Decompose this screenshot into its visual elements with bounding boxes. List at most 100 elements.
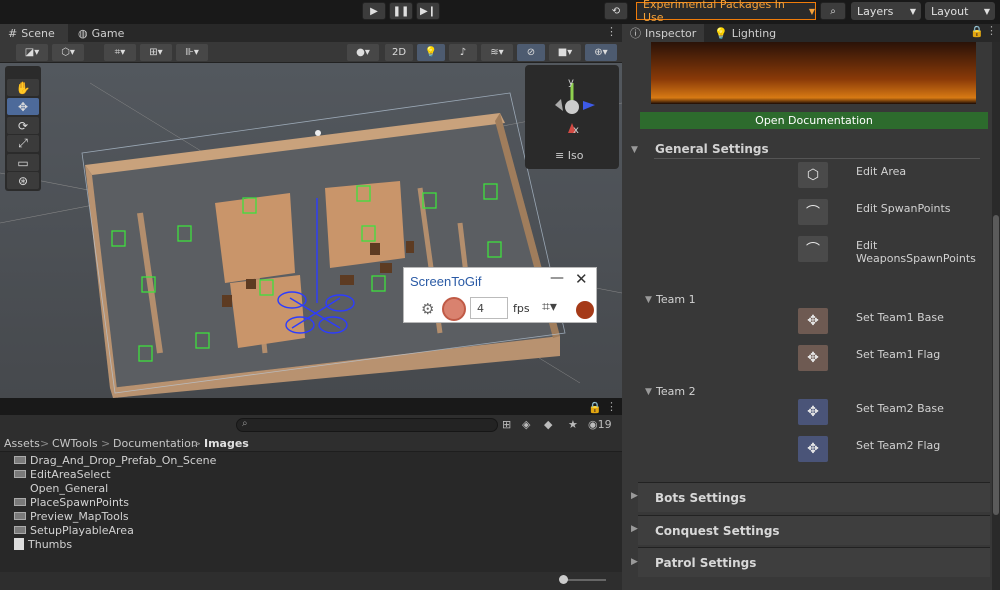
set-team1-base-button[interactable]: ✥	[798, 308, 828, 334]
shading-mode-dropdown[interactable]: ●▾	[347, 44, 379, 61]
layout-dropdown[interactable]: Layout ▼	[925, 2, 995, 20]
stop-record-button[interactable]	[576, 301, 594, 319]
tab-scene[interactable]: # Scene	[0, 24, 68, 42]
more-menu-icon[interactable]: ⋮	[606, 400, 617, 413]
bots-settings-header[interactable]: Bots Settings	[638, 482, 990, 512]
sphere-icon: ●▾	[356, 47, 370, 58]
breadcrumb-item[interactable]: Documentation	[113, 437, 198, 450]
crop-icon[interactable]: ⌗▾	[542, 299, 557, 315]
move-tool[interactable]: ✥	[7, 98, 39, 115]
foldout-closed-icon[interactable]: ▶	[631, 524, 638, 534]
main-toolbar	[0, 0, 1000, 22]
rect-tool[interactable]: ▭	[7, 154, 39, 171]
dropdown-arrow-icon: ▼	[909, 6, 916, 16]
list-item[interactable]: Drag_And_Drop_Prefab_On_Scene	[14, 453, 216, 467]
more-menu-icon[interactable]: ⋮	[606, 25, 617, 38]
open-documentation-button[interactable]: Open Documentation	[640, 112, 988, 129]
tab-scene-label: Scene	[21, 26, 55, 40]
set-team2-base-button[interactable]: ✥	[798, 399, 828, 425]
edit-weapons-spawnpoints-button[interactable]: ⌒	[798, 236, 828, 262]
edit-area-button[interactable]: ⬡	[798, 162, 828, 188]
filter-type-icon[interactable]: ◈	[522, 418, 530, 431]
orientation-gizmo[interactable]: y x ≡ Iso	[525, 65, 619, 169]
move-icon: ✥	[807, 441, 819, 457]
scale-tool[interactable]: ⤢	[7, 135, 39, 152]
camera-dropdown[interactable]: ■▾	[549, 44, 581, 61]
eye-slash-icon: ⊘	[526, 47, 536, 58]
file-name: PlaceSpawnPoints	[30, 495, 129, 509]
pause-button[interactable]: ❚❚	[389, 2, 413, 20]
foldout-open-icon[interactable]: ▼	[645, 387, 652, 397]
experimental-packages-dropdown[interactable]: Experimental Packages In Use ▼	[636, 0, 816, 24]
slider-handle[interactable]	[559, 575, 568, 584]
pivot-dropdown[interactable]: ⬡▾	[52, 44, 84, 61]
foldout-closed-icon[interactable]: ▶	[631, 491, 638, 501]
list-item[interactable]: Thumbs	[14, 537, 72, 551]
label-filter-icon[interactable]: ◆	[544, 418, 552, 431]
search-button[interactable]: ⌕	[820, 2, 846, 20]
create-icon[interactable]: ⊞	[502, 418, 511, 431]
image-icon	[14, 498, 26, 506]
move-icon: ✥	[17, 99, 29, 114]
toggle-2d-button[interactable]: 2D	[385, 44, 413, 61]
lock-icon[interactable]: 🔒	[588, 401, 602, 414]
more-menu-icon[interactable]: ⋮	[986, 24, 997, 37]
history-button[interactable]: ⟲	[604, 2, 628, 20]
hidden-packages-toggle[interactable]: ◉19	[588, 418, 612, 431]
rotate-tool[interactable]: ⟳	[7, 117, 39, 134]
general-settings-header[interactable]: General Settings	[655, 142, 769, 156]
foldout-closed-icon[interactable]: ▶	[631, 557, 638, 567]
list-item[interactable]: PlaceSpawnPoints	[14, 495, 129, 509]
lighting-toggle[interactable]: 💡	[417, 44, 445, 61]
minimize-icon[interactable]: —	[550, 270, 564, 286]
hand-tool[interactable]: ✋	[7, 79, 39, 96]
screentogif-title: ScreenToGif	[410, 274, 482, 289]
rotate-icon: ⟳	[17, 118, 29, 133]
play-button[interactable]: ▶	[362, 2, 386, 20]
list-item[interactable]: SetupPlayableArea	[14, 523, 134, 537]
close-icon[interactable]: ✕	[575, 270, 588, 288]
tab-inspector-label: Inspector	[645, 26, 697, 40]
hidden-objects-toggle[interactable]: ⊘	[517, 44, 545, 61]
project-search-input[interactable]: ⌕	[236, 418, 498, 432]
set-team2-flag-button[interactable]: ✥	[798, 436, 828, 462]
gear-icon[interactable]: ⚙	[421, 300, 434, 318]
tab-lighting[interactable]: 💡 Lighting	[706, 24, 786, 42]
audio-toggle[interactable]: ♪	[449, 44, 477, 61]
record-button[interactable]	[442, 297, 466, 321]
gizmos-dropdown[interactable]: ⊕▾	[585, 44, 617, 61]
foldout-open-icon[interactable]: ▼	[631, 145, 638, 155]
set-team1-flag-button[interactable]: ✥	[798, 345, 828, 371]
breadcrumb-item[interactable]: CWTools	[52, 437, 98, 450]
draw-mode-dropdown[interactable]: ◪▾	[16, 44, 48, 61]
transform-tool[interactable]: ⊛	[7, 172, 39, 189]
tab-inspector[interactable]: ⓘ Inspector	[622, 24, 704, 42]
team1-header[interactable]: Team 1	[656, 293, 696, 306]
projection-toggle[interactable]: ≡ Iso	[555, 149, 583, 162]
edit-spawnpoints-button[interactable]: ⌒	[798, 199, 828, 225]
image-icon	[14, 470, 26, 478]
fps-input[interactable]: 4	[470, 297, 508, 319]
gamepad-icon: ◍	[78, 26, 88, 40]
tab-game[interactable]: ◍ Game	[70, 24, 130, 42]
grid-dropdown[interactable]: ⊞▾	[140, 44, 172, 61]
increment-snap-dropdown[interactable]: ⊪▾	[176, 44, 208, 61]
team2-header[interactable]: Team 2	[656, 385, 696, 398]
file-name: Thumbs	[28, 537, 73, 551]
breadcrumb-item[interactable]: Assets	[4, 437, 40, 450]
scrollbar-thumb[interactable]	[993, 215, 999, 515]
lock-icon[interactable]: 🔒	[970, 25, 984, 38]
effects-dropdown[interactable]: ≋▾	[481, 44, 513, 61]
history-icon: ⟲	[611, 5, 621, 17]
foldout-open-icon[interactable]: ▼	[645, 295, 652, 305]
list-item[interactable]: Open_General	[14, 481, 108, 495]
step-button[interactable]: ▶❙	[416, 2, 440, 20]
list-item[interactable]: Preview_MapTools	[14, 509, 129, 523]
snap-dropdown[interactable]: ⌗▾	[104, 44, 136, 61]
layers-dropdown[interactable]: Layers ▼	[851, 2, 921, 20]
patrol-settings-header[interactable]: Patrol Settings	[638, 547, 990, 577]
list-item[interactable]: EditAreaSelect	[14, 467, 111, 481]
search-icon: ⌕	[830, 5, 836, 17]
favorite-icon[interactable]: ★	[568, 418, 578, 431]
conquest-settings-header[interactable]: Conquest Settings	[638, 515, 990, 545]
